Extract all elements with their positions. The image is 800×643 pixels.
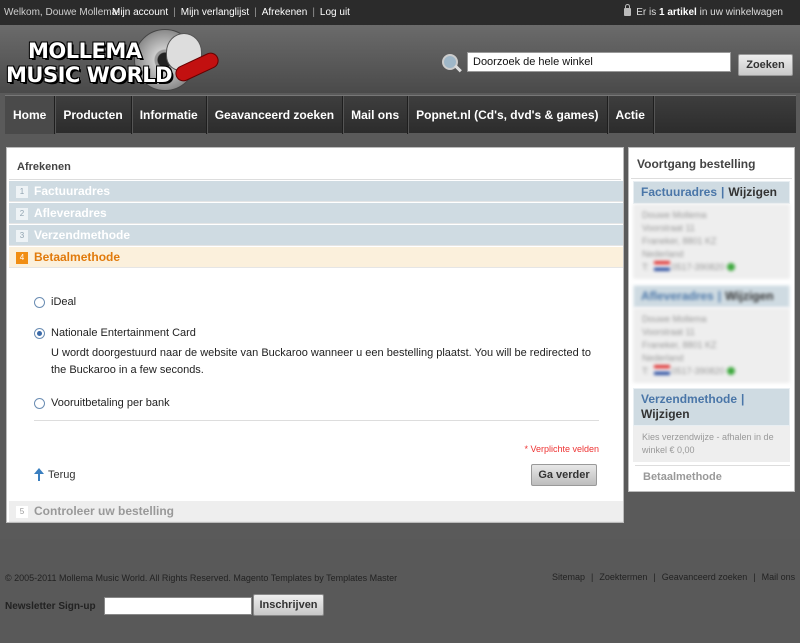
step-review-order: 5 Controleer uw bestelling (9, 501, 623, 522)
back-link[interactable]: Terug (34, 468, 76, 481)
radio-bank-prepayment[interactable] (34, 397, 45, 409)
lock-icon (624, 4, 632, 16)
site-logo[interactable]: MOLLEMA MUSIC WORLD (6, 29, 222, 93)
progress-shipping-label[interactable]: Afleveradres (641, 289, 714, 303)
edit-shipping-link[interactable]: Wijzigen (725, 289, 774, 303)
header: MOLLEMA MUSIC WORLD Zoeken (0, 25, 800, 93)
footer (0, 539, 800, 643)
billing-address-details: Douwe Mollema Voorstraat 11 Franeker, 88… (633, 204, 790, 279)
progress-payment-label: Betaalmethode (643, 471, 722, 483)
nav-home[interactable]: Home (5, 96, 56, 134)
cart-summary[interactable]: Er is 1 artikel in uw winkelwagen (624, 4, 783, 18)
top-bar: Welkom, Douwe Mollema! Mijn account | Mi… (0, 0, 800, 25)
arrow-up-icon (34, 468, 44, 481)
step-shipping-method[interactable]: 3 Verzendmethode (9, 225, 623, 246)
nav-action[interactable]: Actie (608, 96, 654, 134)
checkout-panel: Afrekenen 1 Factuuradres 2 Afleveradres … (6, 147, 624, 523)
step-shipping-address[interactable]: 2 Afleveradres (9, 203, 623, 224)
logo-line-2: MUSIC WORLD (6, 63, 173, 87)
footer-links: Sitemap | Zoektermen | Geavanceerd zoeke… (552, 572, 796, 582)
footer-searchterms-link[interactable]: Zoektermen (599, 572, 647, 582)
search-button[interactable]: Zoeken (738, 54, 793, 76)
search-icon (442, 54, 462, 74)
radio-entertainment-card[interactable] (34, 327, 45, 339)
account-links: Mijn account | Mijn verlanglijst | Afrek… (112, 7, 350, 18)
required-fields-note: * Verplichte velden (524, 444, 599, 454)
flag-icon (653, 365, 670, 375)
progress-title: Voortgang bestelling (637, 157, 756, 171)
payment-option-entertainment-card[interactable]: Nationale Entertainment Card (34, 327, 196, 339)
footer-sitemap-link[interactable]: Sitemap (552, 572, 585, 582)
continue-button[interactable]: Ga verder (531, 464, 597, 486)
newsletter-label: Newsletter Sign-up (5, 601, 96, 612)
footer-mail-link[interactable]: Mail ons (762, 572, 796, 582)
progress-shipping: Afleveradres | Wijzigen Douwe Mollema Voor… (633, 285, 790, 383)
newsletter-email-input[interactable] (104, 597, 252, 615)
my-account-link[interactable]: Mijn account (112, 7, 168, 18)
step-payment-method: 4 Betaalmethode (9, 247, 623, 268)
cart-count[interactable]: 1 artikel (659, 7, 697, 18)
logo-line-1: MOLLEMA (28, 39, 142, 63)
progress-method-label[interactable]: Verzendmethode (641, 392, 737, 406)
checkout-progress: Voortgang bestelling Factuuradres | Wijzig… (628, 147, 795, 492)
nav-popnet[interactable]: Popnet.nl (Cd's, dvd's & games) (408, 96, 608, 134)
radio-ideal[interactable] (34, 296, 45, 308)
shipping-address-details: Douwe Mollema Voorstraat 11 Franeker, 88… (633, 308, 790, 383)
progress-billing-label[interactable]: Factuuradres (641, 185, 717, 199)
logout-link[interactable]: Log uit (320, 7, 350, 18)
checkout-link[interactable]: Afrekenen (262, 7, 308, 18)
wishlist-link[interactable]: Mijn verlanglijst (181, 7, 249, 18)
nav-information[interactable]: Informatie (132, 96, 207, 134)
payment-option-bank-prepayment[interactable]: Vooruitbetaling per bank (34, 397, 170, 409)
edit-billing-link[interactable]: Wijzigen (728, 185, 777, 199)
search-input[interactable] (467, 52, 731, 72)
page-title: Afrekenen (17, 161, 71, 173)
call-icon (727, 367, 736, 375)
edit-method-link[interactable]: Wijzigen (641, 407, 690, 421)
flag-icon (653, 261, 670, 271)
nav-mail-us[interactable]: Mail ons (343, 96, 409, 134)
step-billing-address[interactable]: 1 Factuuradres (9, 181, 623, 202)
payment-option-ideal[interactable]: iDeal (34, 296, 76, 308)
call-icon (727, 263, 736, 271)
main-nav: Home Producten Informatie Geavanceerd zo… (5, 95, 796, 134)
payment-description: U wordt doorgestuurd naar de website van… (51, 347, 591, 376)
nav-advanced-search[interactable]: Geavanceerd zoeken (207, 96, 344, 134)
footer-advanced-search-link[interactable]: Geavanceerd zoeken (662, 572, 748, 582)
copyright: © 2005-2011 Mollema Music World. All Rig… (5, 573, 398, 583)
newsletter-subscribe-button[interactable]: Inschrijven (253, 594, 324, 616)
shipping-method-text: Kies verzendwijze - afhalen in de winkel… (633, 426, 790, 462)
progress-shipping-method: Verzendmethode | Wijzigen Kies verzendwijz… (633, 388, 790, 462)
welcome-message: Welkom, Douwe Mollema! (4, 7, 120, 18)
nav-products[interactable]: Producten (55, 96, 132, 134)
progress-billing: Factuuradres | Wijzigen Douwe Mollema Voor… (633, 181, 790, 279)
